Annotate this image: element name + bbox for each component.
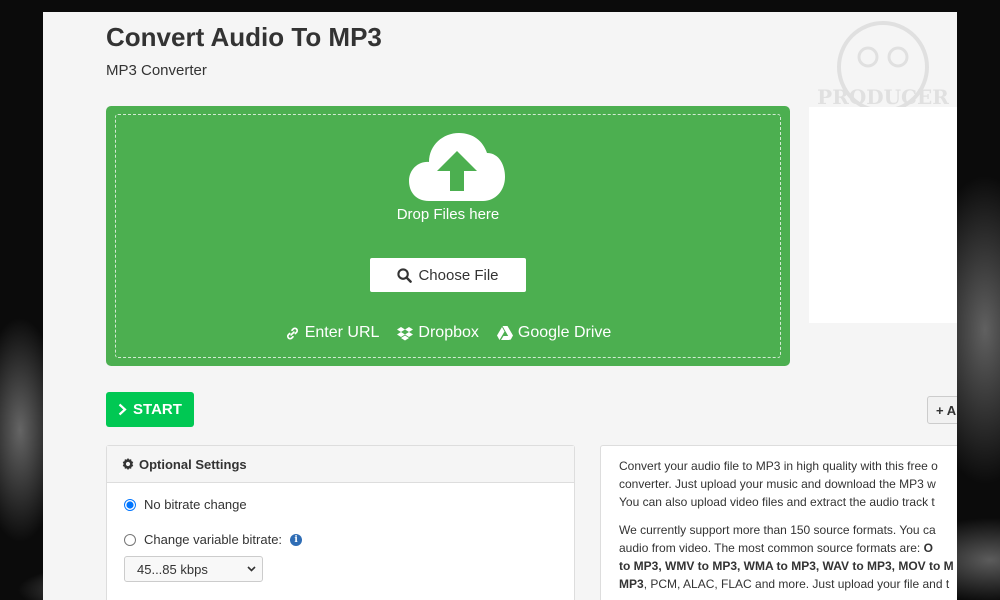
- google-drive-label: Google Drive: [517, 324, 612, 341]
- no-bitrate-change-radio[interactable]: [124, 498, 136, 511]
- desc-line: MP3, PCM, ALAC, FLAC and more. Just uplo…: [619, 575, 957, 593]
- no-bitrate-change-option[interactable]: No bitrate change: [124, 497, 247, 512]
- choose-file-label: Choose File: [418, 266, 499, 284]
- start-button[interactable]: START: [106, 392, 194, 427]
- settings-header-label: Optional Settings: [139, 456, 247, 472]
- drop-files-label: Drop Files here: [396, 206, 500, 223]
- desc-line: audio from video. The most common source…: [619, 539, 957, 557]
- desc-bold-text: O: [923, 541, 933, 555]
- description-paragraph-2: We currently support more than 150 sourc…: [619, 521, 957, 593]
- description-panel: Convert your audio file to MP3 in high q…: [600, 445, 957, 600]
- desc-line-text: , PCM, ALAC, FLAC and more. Just upload …: [643, 577, 950, 591]
- dropbox-label: Dropbox: [418, 324, 479, 341]
- cloud-upload-icon: [409, 133, 505, 201]
- start-label: START: [133, 401, 182, 418]
- variable-bitrate-option[interactable]: Change variable bitrate: i: [124, 532, 303, 547]
- desc-line: You can also upload video files and extr…: [619, 495, 935, 509]
- google-drive-icon: [496, 326, 513, 340]
- desc-line: to MP3, WMV to MP3, WMA to MP3, WAV to M…: [619, 557, 957, 575]
- info-icon[interactable]: i: [290, 533, 303, 546]
- dropbox-icon: [397, 326, 414, 340]
- settings-header: Optional Settings: [107, 446, 574, 483]
- upload-sources: Enter URL Dropbox Google Drive: [116, 324, 780, 342]
- search-icon: [397, 267, 413, 283]
- desc-bold-text: to MP3, WMV to MP3, WMA to MP3, WAV to M…: [619, 559, 954, 573]
- file-dropzone[interactable]: Drop Files here Choose File Enter URL Dr…: [106, 106, 790, 366]
- converter-page: Convert Audio To MP3 MP3 Converter PRODU…: [43, 12, 957, 600]
- desc-line: Convert your audio file to MP3 in high q…: [619, 459, 938, 473]
- gear-icon: [122, 458, 134, 470]
- enter-url-label: Enter URL: [304, 324, 380, 341]
- dropzone-border: Drop Files here Choose File Enter URL Dr…: [115, 114, 781, 358]
- google-drive-link[interactable]: Google Drive: [496, 324, 612, 342]
- desc-line: converter. Just upload your music and do…: [619, 477, 936, 491]
- variable-bitrate-radio[interactable]: [124, 533, 136, 546]
- add-more-label: + A: [936, 402, 957, 418]
- chevron-down-icon: [247, 566, 256, 572]
- ad-panel: [809, 107, 957, 323]
- bitrate-select-value: 45...85 kbps: [137, 561, 208, 577]
- add-more-button[interactable]: + A: [927, 396, 957, 424]
- watermark-text: PRODUCER: [817, 85, 949, 109]
- page-subtitle: MP3 Converter: [106, 62, 207, 79]
- dropbox-link[interactable]: Dropbox: [397, 324, 479, 342]
- chevron-right-icon: [118, 403, 127, 416]
- desc-line: We currently support more than 150 sourc…: [619, 523, 936, 537]
- choose-file-button[interactable]: Choose File: [370, 258, 526, 292]
- desc-line-text: audio from video. The most common source…: [619, 541, 924, 555]
- optional-settings-panel: Optional Settings No bitrate change Chan…: [106, 445, 575, 600]
- enter-url-link[interactable]: Enter URL: [285, 324, 380, 342]
- variable-bitrate-label: Change variable bitrate:: [144, 532, 283, 547]
- page-title: Convert Audio To MP3: [106, 22, 382, 52]
- bitrate-select[interactable]: 45...85 kbps: [124, 556, 263, 582]
- link-icon: [286, 327, 298, 339]
- no-bitrate-change-label: No bitrate change: [144, 497, 247, 512]
- description-paragraph-1: Convert your audio file to MP3 in high q…: [619, 457, 957, 511]
- desc-bold-text: MP3: [619, 577, 644, 591]
